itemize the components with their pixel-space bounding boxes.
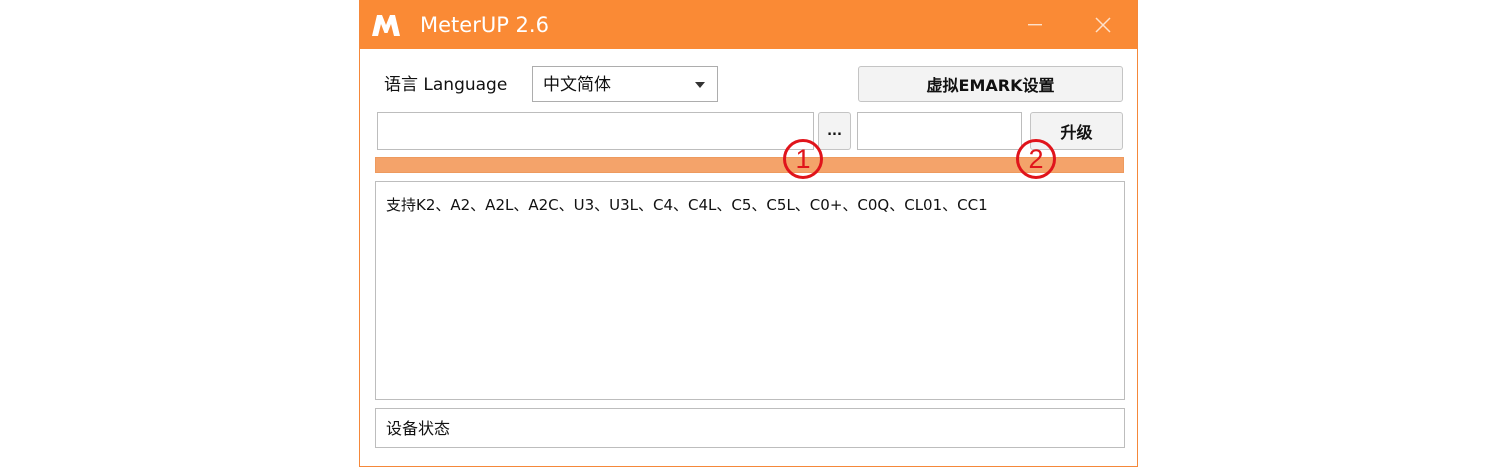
supported-models-text: 支持K2、A2、A2L、A2C、U3、U3L、C4、C4L、C5、C5L、C0+… [386, 196, 988, 214]
upgrade-progress-bar [375, 157, 1124, 173]
meterup-logo-icon [372, 15, 400, 36]
title-bar[interactable]: MeterUP 2.6 [360, 0, 1137, 49]
virtual-emark-settings-button[interactable]: 虚拟EMARK设置 [858, 66, 1123, 102]
log-output-area[interactable]: 支持K2、A2、A2L、A2C、U3、U3L、C4、C4L、C5、C5L、C0+… [375, 181, 1125, 400]
device-status-bar: 设备状态 [375, 408, 1125, 448]
meterup-window: MeterUP 2.6 语言 Language 中文简体 虚拟EMARK设置 .… [359, 0, 1138, 467]
dropdown-arrow-icon [695, 82, 705, 88]
annotation-marker-2: 2 [1016, 139, 1056, 179]
close-icon [1095, 16, 1111, 33]
language-selected-value: 中文简体 [543, 75, 611, 95]
annotation-marker-1: 1 [783, 139, 823, 179]
device-field-input[interactable] [857, 112, 1022, 150]
close-button[interactable] [1080, 0, 1126, 49]
window-title: MeterUP 2.6 [420, 13, 549, 37]
minimize-icon [1028, 23, 1042, 25]
device-status-text: 设备状态 [386, 419, 451, 438]
minimize-button[interactable] [1012, 0, 1058, 49]
language-label: 语言 Language [384, 75, 508, 95]
browse-file-button[interactable]: ... [818, 112, 851, 150]
firmware-file-path-input[interactable] [377, 112, 814, 150]
language-select[interactable]: 中文简体 [532, 66, 718, 102]
